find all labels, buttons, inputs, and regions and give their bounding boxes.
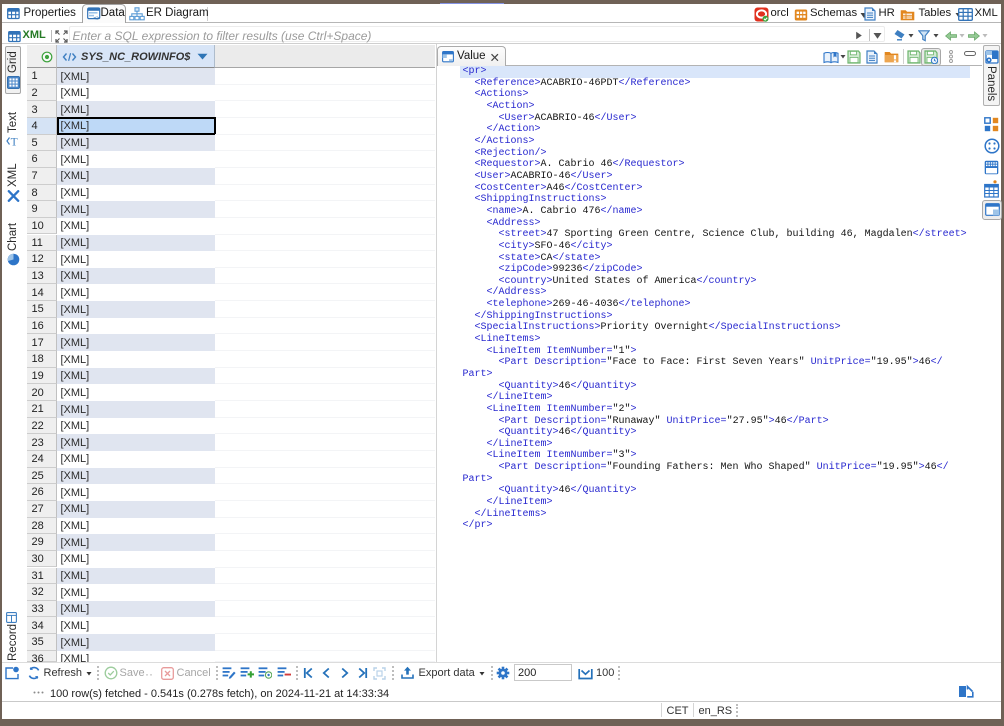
svg-text:T: T xyxy=(11,136,18,147)
svg-text:<>: <> xyxy=(93,15,101,21)
